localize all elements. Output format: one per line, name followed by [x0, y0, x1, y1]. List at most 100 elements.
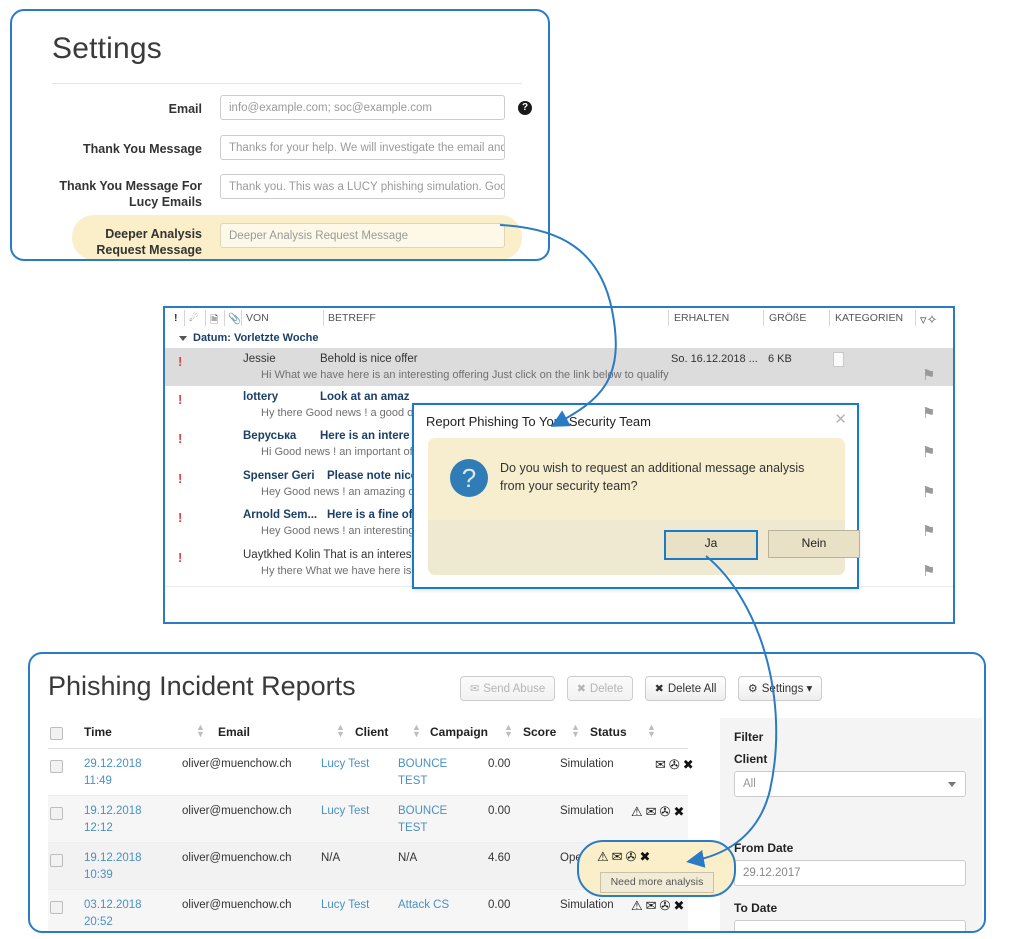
client-select[interactable]: All — [734, 771, 966, 797]
select-all-checkbox[interactable] — [50, 727, 63, 740]
cell-status: Simulation — [560, 805, 614, 817]
filter-flag-icon[interactable]: ▿✧ — [920, 312, 937, 328]
mail-group-header[interactable]: Datum: Vorletzte Woche — [165, 329, 953, 349]
phishing-incident-reports-panel: Phishing Incident Reports ✉ Send Abuse ✖ D… — [28, 652, 986, 933]
screenshot-stage: Settings Email info@example.com; soc@exa… — [0, 0, 1024, 939]
sort-icon[interactable]: ▲ ▼ — [412, 723, 421, 739]
chevron-down-icon — [948, 782, 956, 787]
row-action-icons[interactable]: ✉✇✖ — [655, 757, 697, 773]
th-score[interactable]: Score — [523, 725, 556, 739]
client-select-value: All — [743, 778, 756, 790]
importance-icon: ! — [178, 550, 183, 565]
row-checkbox[interactable] — [50, 901, 63, 914]
mail-from: lottery — [243, 391, 279, 403]
flag-icon[interactable]: ⚑ — [922, 366, 935, 384]
to-date-input[interactable] — [734, 920, 966, 931]
mail-column-header: ! ☄ 🗎 📎 VON BETREFF ERHALTEN GRÖßE KATEG… — [165, 308, 953, 330]
title-divider — [52, 83, 522, 84]
dialog-message: Do you wish to request an additional mes… — [500, 461, 805, 493]
cell-campaign[interactable]: Attack CS — [398, 897, 449, 914]
cell-client[interactable]: Lucy Test — [321, 897, 369, 914]
deeper-analysis-label-line2: Request Message — [96, 243, 202, 257]
email-field[interactable]: info@example.com; soc@example.com — [220, 95, 505, 120]
th-time[interactable]: Time — [84, 725, 112, 739]
mail-group-label: Datum: Vorletzte Woche — [193, 332, 319, 344]
cross-icon: ✖ — [576, 683, 586, 695]
mail-row[interactable]: ! Jessie Behold is nice offer Hi What we… — [165, 348, 953, 387]
th-email[interactable]: Email — [218, 725, 250, 739]
paperclip-icon[interactable]: 📎 — [228, 312, 241, 325]
delete-button[interactable]: ✖ Delete — [566, 676, 634, 701]
column-from[interactable]: VON — [246, 312, 269, 324]
cell-time[interactable]: 29.12.2018 11:49 — [84, 756, 174, 790]
column-received[interactable]: ERHALTEN — [674, 312, 729, 324]
table-row[interactable]: 29.12.2018 11:49 oliver@muenchow.ch Lucy … — [48, 749, 694, 796]
row-action-icons[interactable]: ⚠✉✇✖ — [631, 898, 687, 914]
reports-table: Time ▲ ▼ Email ▲ ▼ Client ▲ ▼ Campaign ▲ ▼ S… — [48, 718, 694, 931]
sort-icon[interactable]: ▲ ▼ — [647, 723, 656, 739]
cell-time[interactable]: 03.12.2018 20:52 — [84, 897, 174, 931]
row-action-icons[interactable]: ⚠✉✇✖ — [631, 804, 687, 820]
row-checkbox[interactable] — [50, 807, 63, 820]
bell-icon[interactable]: ☄ — [189, 312, 198, 324]
deeper-analysis-field[interactable]: Deeper Analysis Request Message — [220, 223, 505, 248]
need-more-analysis-tooltip: Need more analysis — [600, 872, 714, 893]
flag-icon[interactable]: ⚑ — [922, 483, 935, 501]
th-campaign[interactable]: Campaign — [430, 725, 488, 739]
question-mark-icon[interactable]: ? — [518, 101, 532, 115]
importance-icon[interactable]: ! — [174, 312, 178, 324]
send-abuse-button[interactable]: ✉ Send Abuse — [460, 676, 556, 701]
row-checkbox[interactable] — [50, 854, 63, 867]
table-row[interactable]: 03.12.2018 20:52 oliver@muenchow.ch Lucy … — [48, 890, 688, 931]
flag-icon[interactable]: ⚑ — [922, 522, 935, 540]
page-icon[interactable]: 🗎 — [210, 312, 218, 330]
dialog-body: ? Do you wish to request an additional m… — [428, 438, 845, 520]
column-size[interactable]: GRÖßE — [769, 312, 806, 324]
th-client[interactable]: Client — [355, 725, 388, 739]
row-checkbox[interactable] — [50, 760, 63, 773]
cell-campaign[interactable]: BOUNCE TEST — [398, 756, 458, 790]
cell-client[interactable]: Lucy Test — [321, 756, 369, 773]
mail-from: Arnold Sem... — [243, 509, 318, 521]
row-action-icons[interactable]: ⚠✉✇✖ — [597, 849, 653, 865]
cell-score: 0.00 — [488, 899, 511, 911]
settings-label: Settings — [761, 683, 804, 695]
from-date-label: From Date — [734, 841, 794, 855]
cell-client: N/A — [321, 852, 341, 864]
mail-subject: Here is an intere — [320, 430, 410, 442]
importance-icon: ! — [178, 471, 183, 486]
from-date-input[interactable]: 29.12.2017 — [734, 860, 966, 886]
cell-time[interactable]: 19.12.2018 10:39 — [84, 850, 174, 884]
to-date-label: To Date — [734, 901, 778, 915]
sort-icon[interactable]: ▲ ▼ — [196, 723, 205, 739]
cell-client[interactable]: Lucy Test — [321, 803, 369, 820]
column-categories[interactable]: KATEGORIEN — [835, 312, 903, 324]
close-icon[interactable]: ✕ — [834, 412, 847, 427]
column-subject[interactable]: BETREFF — [328, 312, 376, 324]
envelope-icon: ✉ — [470, 683, 480, 695]
cell-status: Simulation — [560, 899, 614, 911]
no-button[interactable]: Nein — [768, 530, 860, 558]
flag-icon[interactable]: ⚑ — [922, 443, 935, 461]
importance-icon: ! — [178, 510, 183, 525]
table-row[interactable]: 19.12.2018 12:12 oliver@muenchow.ch Lucy … — [48, 796, 688, 843]
filter-pane: Filter Client All From Date 29.12.2017 T… — [720, 718, 982, 931]
cell-campaign[interactable]: BOUNCE TEST — [398, 803, 458, 837]
dialog-footer: Ja Nein — [428, 520, 860, 575]
yes-button[interactable]: Ja — [664, 530, 758, 560]
thank-you-message-field[interactable]: Thanks for your help. We will investigat… — [220, 135, 505, 160]
delete-all-button[interactable]: ✖ Delete All — [644, 676, 727, 701]
sort-icon[interactable]: ▲ ▼ — [571, 723, 580, 739]
cell-time[interactable]: 19.12.2018 12:12 — [84, 803, 174, 837]
sort-icon[interactable]: ▲ ▼ — [336, 723, 345, 739]
mail-subject: Please note nice — [327, 470, 418, 482]
thank-you-lucy-field[interactable]: Thank you. This was a LUCY phishing simu… — [220, 174, 505, 199]
question-mark-icon: ? — [450, 459, 488, 497]
mail-category-swatch[interactable] — [833, 352, 844, 367]
sort-icon[interactable]: ▲ ▼ — [504, 723, 513, 739]
settings-dropdown-button[interactable]: ⚙ Settings ▾ — [737, 676, 823, 701]
flag-icon[interactable]: ⚑ — [922, 562, 935, 580]
flag-icon[interactable]: ⚑ — [922, 404, 935, 422]
th-status[interactable]: Status — [590, 725, 627, 739]
thank-you-message-label: Thank You Message — [82, 142, 202, 156]
